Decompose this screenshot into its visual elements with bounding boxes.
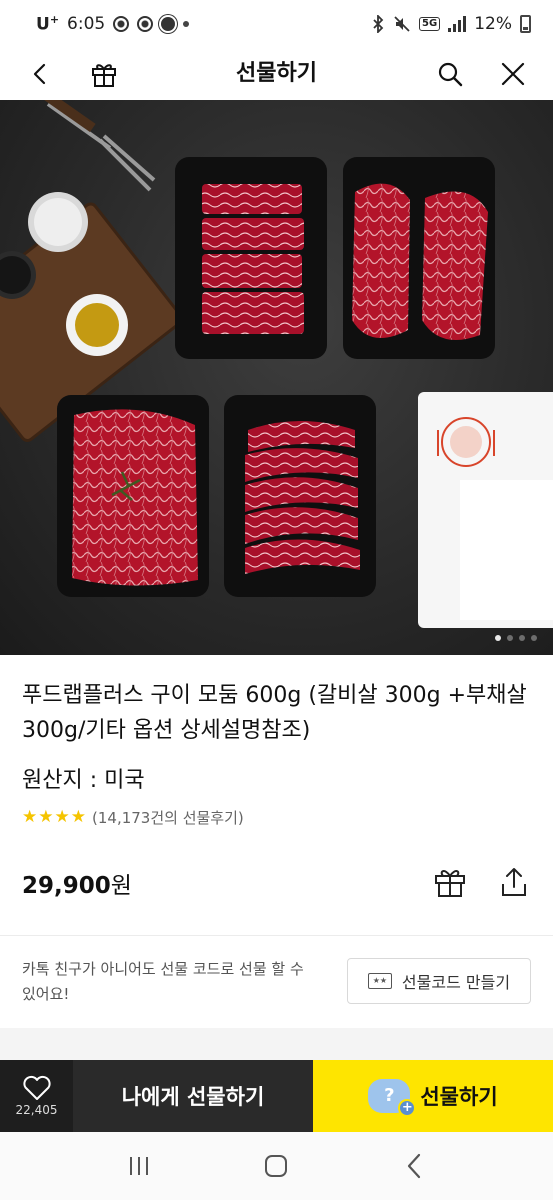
status-left: U+ 6:05 (36, 13, 190, 35)
ticket-icon: ★★ (367, 973, 392, 989)
status-time: 6:05 (67, 14, 106, 34)
soccer-ball-icon (137, 16, 154, 32)
gift-code-description: 카톡 친구가 아니어도 선물 코드로 선물 할 수 있어요! (22, 960, 304, 1003)
product-photo (0, 100, 553, 628)
image-pagination (495, 635, 537, 641)
product-title: 푸드랩플러스 구이 모둠 600g (갈비살 300g +부채살 300g/기타… (22, 683, 527, 743)
divider (0, 935, 553, 936)
gift-to-self-button[interactable]: 나에게 선물하기 (73, 1060, 313, 1132)
price-unit: 원 (110, 873, 132, 899)
rating-row[interactable]: ★ ★ ★ ★ (14,173건의 선물후기) (22, 807, 244, 828)
gift-to-self-label: 나에게 선물하기 (121, 1085, 265, 1109)
star-icon: ★ (38, 807, 54, 827)
bottom-action-bar: 22,405 나에게 선물하기 ? + 선물하기 (0, 1060, 553, 1132)
soccer-ball-icon (113, 16, 130, 32)
brightness-icon (161, 17, 176, 31)
share-button[interactable] (494, 862, 534, 902)
pagination-dot (507, 635, 513, 641)
network-type: 5G (419, 17, 441, 31)
gift-inbox-button[interactable] (84, 54, 124, 94)
gift-box-icon (435, 870, 465, 897)
bluetooth-icon (373, 15, 384, 33)
gift-button[interactable]: ? + 선물하기 (313, 1060, 553, 1132)
search-button[interactable] (430, 54, 470, 94)
recents-button[interactable] (114, 1141, 164, 1191)
section-spacer (0, 1028, 553, 1060)
signal-icon (448, 16, 467, 32)
friend-select-icon: ? + (368, 1079, 417, 1117)
carrier: U+ (36, 13, 60, 35)
more-notifications-icon (183, 21, 190, 27)
home-button[interactable] (251, 1141, 301, 1191)
pagination-dot (531, 635, 537, 641)
plus-icon: + (398, 1099, 417, 1117)
status-right: 5G 12% (371, 14, 531, 34)
mute-icon (394, 16, 410, 32)
system-nav-bar (0, 1132, 553, 1200)
gift-icon (92, 64, 116, 87)
app-header: 선물하기 (0, 48, 553, 100)
like-button[interactable]: 22,405 (0, 1060, 73, 1132)
home-icon (265, 1155, 288, 1177)
close-button[interactable] (493, 54, 533, 94)
pagination-dot (519, 635, 525, 641)
wish-gift-button[interactable] (430, 862, 470, 902)
create-gift-code-button[interactable]: ★★ 선물코드 만들기 (347, 958, 531, 1004)
heart-icon (22, 1075, 51, 1100)
nav-back-icon (408, 1153, 421, 1179)
back-icon (33, 63, 46, 85)
search-icon (438, 62, 463, 87)
rating-stars: ★ ★ ★ ★ (22, 809, 86, 826)
recents-icon (129, 1157, 148, 1175)
product-origin: 원산지 : 미국 (22, 768, 145, 793)
battery-percent: 12% (474, 14, 512, 34)
price-value: 29,900 (22, 873, 111, 899)
price: 29,900원 (22, 866, 132, 900)
create-gift-code-label: 선물코드 만들기 (401, 973, 511, 992)
page-title: 선물하기 (236, 61, 317, 86)
status-bar: U+ 6:05 5G 12% (0, 0, 553, 48)
pagination-dot (495, 635, 501, 641)
star-icon: ★ (70, 807, 86, 827)
gift-label: 선물하기 (420, 1085, 498, 1109)
battery-icon (520, 15, 531, 33)
star-icon: ★ (22, 807, 38, 827)
close-icon (501, 62, 525, 86)
system-back-button[interactable] (389, 1141, 439, 1191)
star-icon: ★ (54, 807, 70, 827)
back-button[interactable] (20, 54, 60, 94)
product-image[interactable] (0, 100, 553, 655)
like-count: 22,405 (15, 1103, 58, 1117)
review-count: (14,173건의 선물후기) (92, 809, 244, 827)
share-icon (502, 868, 526, 896)
